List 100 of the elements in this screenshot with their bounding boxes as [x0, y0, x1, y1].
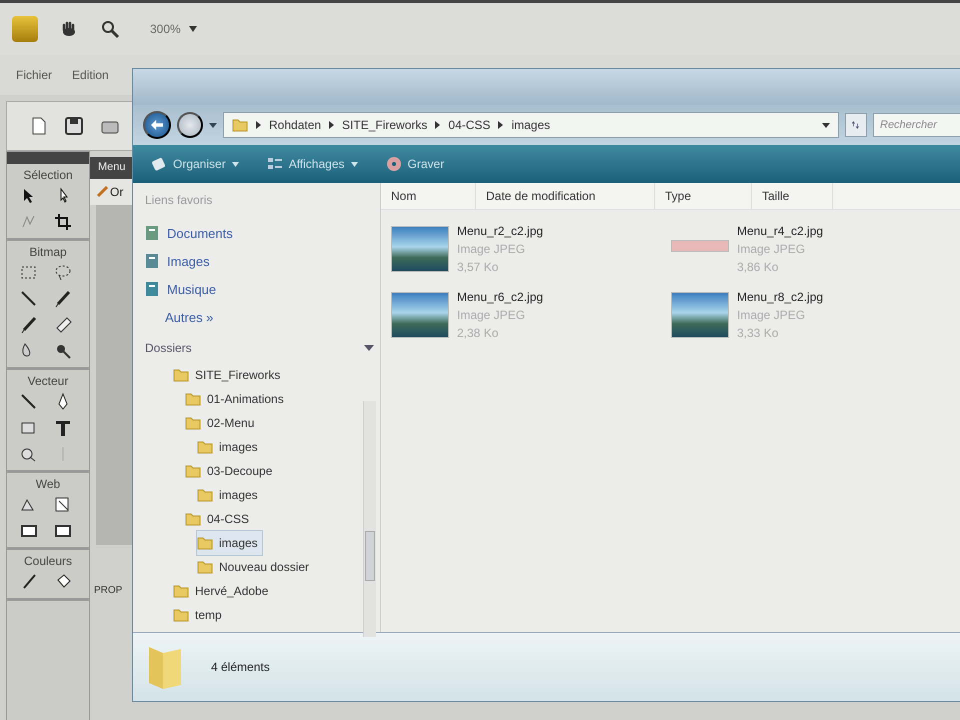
- disc-icon: [386, 156, 402, 172]
- menu-item[interactable]: Fichier: [16, 68, 52, 82]
- file-name[interactable]: Menu_r6_c2.jpg: [457, 288, 544, 306]
- pencil-icon: [96, 186, 108, 198]
- section-title: Liens favoris: [145, 193, 214, 207]
- menu-item[interactable]: Edition: [72, 68, 109, 82]
- app-logo: [12, 16, 38, 42]
- dropdown-arrow-icon[interactable]: [188, 26, 197, 32]
- zoom-level[interactable]: 300%: [150, 22, 181, 36]
- folder-icon: [185, 512, 201, 526]
- dropdown-arrow-icon[interactable]: [209, 122, 217, 128]
- folder-icon: [232, 118, 248, 132]
- tool-group-label: Bitmap: [29, 245, 67, 259]
- folder-tree-item[interactable]: images: [197, 483, 262, 507]
- favorite-link[interactable]: Documents: [145, 219, 380, 247]
- back-arrow-icon: [151, 119, 163, 131]
- folder-icon: [185, 464, 201, 478]
- column-header[interactable]: Taille: [752, 183, 833, 209]
- file-size: 2,38 Ko: [457, 325, 500, 342]
- folder-icon: [185, 416, 201, 430]
- collapse-chevron-icon[interactable]: [364, 345, 374, 351]
- toolbar-button[interactable]: Affichages: [262, 154, 362, 174]
- forward-button[interactable]: [177, 112, 203, 138]
- folder-icon: [173, 608, 189, 622]
- breadcrumb-item[interactable]: SITE_Fireworks: [342, 118, 428, 132]
- views-icon: [266, 156, 283, 172]
- column-header[interactable]: Type: [655, 183, 752, 209]
- pencil-tool-icon[interactable]: [19, 315, 39, 335]
- column-header[interactable]: Nom: [381, 183, 476, 209]
- folder-icon: [197, 488, 213, 502]
- document-option[interactable]: Or: [110, 185, 124, 199]
- file-name[interactable]: Menu_r2_c2.jpg: [457, 222, 544, 240]
- favorite-link[interactable]: Musique: [145, 275, 380, 303]
- refresh-icon: [852, 119, 860, 131]
- file-size: 3,57 Ko: [457, 259, 500, 276]
- photo-placeholder[interactable]: [671, 292, 729, 338]
- panel-tab[interactable]: PROP: [90, 585, 134, 596]
- library-icon: [145, 281, 159, 297]
- item-count: 4 éléments: [211, 660, 270, 674]
- breadcrumb-separator-icon: [256, 121, 261, 129]
- folder-tree-item[interactable]: 01-Animations: [185, 387, 288, 411]
- folder-tree-item[interactable]: Nouveau dossier: [197, 555, 314, 579]
- folder-icon: [197, 536, 213, 550]
- breadcrumb-item[interactable]: images: [511, 118, 550, 132]
- file-type: Image JPEG: [737, 307, 806, 324]
- dropdown-arrow-icon[interactable]: [822, 122, 830, 128]
- folder-tree-item[interactable]: 02-Menu: [185, 411, 258, 435]
- hand-icon[interactable]: [60, 20, 78, 38]
- photo-placeholder[interactable]: [391, 226, 449, 272]
- back-button[interactable]: [143, 111, 171, 139]
- photo-placeholder[interactable]: [391, 292, 449, 338]
- tool-group-label: Couleurs: [24, 554, 72, 568]
- tool-group-label: Vecteur: [28, 374, 68, 388]
- folder-icon: [185, 392, 201, 406]
- breadcrumb-separator-icon: [435, 121, 440, 129]
- library-icon: [145, 253, 159, 269]
- document-tab[interactable]: Menu: [90, 157, 134, 179]
- folder-tree-item[interactable]: images: [197, 435, 262, 459]
- file-type: Image JPEG: [737, 241, 806, 258]
- folder-icon: [173, 368, 189, 382]
- file-name[interactable]: Menu_r4_c2.jpg: [737, 222, 824, 240]
- folder-icon: [197, 440, 213, 454]
- tool-group-label: Web: [36, 477, 60, 491]
- toolbar-button[interactable]: Graver: [382, 154, 448, 174]
- folder-icon: [197, 560, 213, 574]
- address-bar[interactable]: Rohdaten SITE_Fireworks 04-CSS images: [223, 112, 839, 138]
- favorite-link[interactable]: Autres »: [145, 303, 380, 331]
- breadcrumb-item[interactable]: 04-CSS: [448, 118, 490, 132]
- scrollbar-thumb[interactable]: [365, 531, 375, 581]
- file-type: Image JPEG: [457, 307, 526, 324]
- breadcrumb-separator-icon: [498, 121, 504, 129]
- toolbar-button[interactable]: Organiser: [147, 154, 243, 174]
- library-icon: [145, 225, 159, 241]
- search-icon[interactable]: [100, 19, 120, 39]
- new-document-icon[interactable]: [31, 117, 47, 135]
- file-name[interactable]: Menu_r8_c2.jpg: [737, 288, 824, 306]
- favorite-link[interactable]: Images: [145, 247, 380, 275]
- banner-thumbnail[interactable]: [671, 240, 729, 252]
- lasso-tool-icon[interactable]: [53, 263, 73, 283]
- folder-tree-item[interactable]: temp: [173, 603, 226, 627]
- brush-tool-icon[interactable]: [53, 289, 73, 309]
- save-icon[interactable]: [65, 117, 83, 135]
- breadcrumb-separator-icon: [329, 121, 334, 129]
- folder-tree-item[interactable]: SITE_Fireworks: [173, 363, 284, 387]
- folder-tree-item[interactable]: 03-Decoupe: [185, 459, 276, 483]
- scrollbar[interactable]: [363, 401, 376, 637]
- folder-tree-item[interactable]: images: [197, 531, 262, 555]
- column-header[interactable]: Date de modification: [476, 183, 655, 209]
- file-size: 3,33 Ko: [737, 325, 780, 342]
- tool-group-label: Sélection: [23, 168, 73, 182]
- section-title[interactable]: Dossiers: [145, 341, 192, 355]
- folder-tree-item[interactable]: Hervé_Adobe: [173, 579, 272, 603]
- file-type: Image JPEG: [457, 241, 526, 258]
- search-field[interactable]: Rechercher: [873, 113, 960, 137]
- crop-tool-icon[interactable]: [53, 212, 73, 232]
- breadcrumb-item[interactable]: Rohdaten: [269, 118, 322, 132]
- text-tool-icon[interactable]: [53, 418, 73, 438]
- folder-icon: [173, 584, 189, 598]
- folder-tree-item[interactable]: 04-CSS: [185, 507, 254, 531]
- file-size: 3,86 Ko: [737, 259, 780, 276]
